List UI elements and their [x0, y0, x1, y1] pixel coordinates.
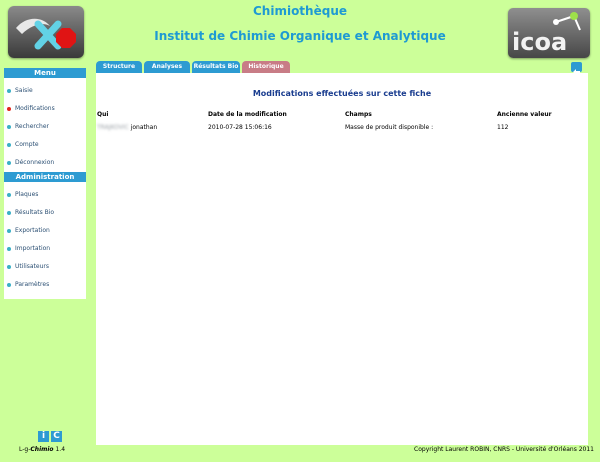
institute-title: Institut de Chimie Organique et Analytiq…	[154, 29, 446, 43]
bullet-icon	[7, 161, 11, 165]
bullet-icon	[7, 265, 11, 269]
sidebar-item-label: Rechercher	[15, 123, 49, 130]
menu-heading: Menu	[4, 68, 86, 78]
sidebar-item-label: Modifications	[15, 105, 55, 112]
bullet-icon	[7, 143, 11, 147]
bullet-active-icon	[7, 107, 11, 111]
app-version: L-g-Chimio 1.4	[19, 446, 65, 453]
bullet-icon	[7, 229, 11, 233]
icoa-logo-text: icoa	[512, 28, 567, 56]
table-row: TRAJKOVIC jonathan	[97, 124, 157, 131]
bullet-icon	[7, 89, 11, 93]
tab-structure[interactable]: Structure	[96, 61, 142, 73]
column-header-date: Date de la modification	[208, 111, 287, 118]
bullet-icon	[7, 283, 11, 287]
page-title: Modifications effectuées sur cette fiche	[252, 89, 432, 98]
tab-resultats-bio[interactable]: Résultats Bio	[192, 61, 240, 73]
administration-heading: Administration	[4, 172, 86, 182]
sidebar-item-resultats-bio[interactable]: Résultats Bio	[4, 207, 86, 219]
sidebar-item-label: Plaques	[15, 191, 39, 198]
sidebar-item-label: Saisie	[15, 87, 33, 94]
sidebar-item-label: Exportation	[15, 227, 50, 234]
sidebar-item-exportation[interactable]: Exportation	[4, 225, 86, 237]
sidebar-item-label: Compte	[15, 141, 39, 148]
column-header-qui: Qui	[97, 111, 109, 118]
modified-field: Masse de produit disponible :	[345, 124, 434, 131]
ic-logo-i: i	[38, 431, 49, 442]
chimiotheque-logo	[8, 6, 84, 58]
bullet-icon	[7, 193, 11, 197]
sidebar-item-plaques[interactable]: Plaques	[4, 189, 86, 201]
version-number: 1.4	[55, 446, 66, 453]
tab-historique[interactable]: Historique	[242, 61, 290, 73]
copyright: Copyright Laurent ROBIN, CNRS - Universi…	[414, 446, 594, 453]
user-lastname: TRAJKOVIC	[97, 124, 129, 131]
app-name: Chimio	[30, 446, 54, 453]
ic-logo-c: C	[51, 431, 62, 442]
back-button[interactable]	[571, 62, 582, 75]
bullet-icon	[7, 247, 11, 251]
bullet-icon	[7, 211, 11, 215]
tab-analyses[interactable]: Analyses	[144, 61, 190, 73]
sidebar-item-label: Résultats Bio	[15, 209, 55, 216]
sidebar-item-modifications[interactable]: Modifications	[4, 103, 86, 115]
app-prefix: L-g-	[19, 446, 31, 453]
sidebar: Menu Saisie Modifications Rechercher Com…	[4, 68, 86, 299]
modification-date: 2010-07-28 15:06:16	[208, 124, 272, 131]
sidebar-item-parametres[interactable]: Paramètres	[4, 279, 86, 291]
user-firstname: jonathan	[130, 124, 158, 131]
sidebar-item-importation[interactable]: Importation	[4, 243, 86, 255]
sidebar-item-deconnexion[interactable]: Déconnexion	[4, 157, 86, 169]
column-header-champs: Champs	[345, 111, 372, 118]
main-panel: Modifications effectuées sur cette fiche…	[96, 73, 588, 445]
sidebar-item-saisie[interactable]: Saisie	[4, 85, 86, 97]
sidebar-item-label: Déconnexion	[15, 159, 55, 166]
sidebar-item-rechercher[interactable]: Rechercher	[4, 121, 86, 133]
sidebar-item-label: Importation	[15, 245, 51, 252]
bullet-icon	[7, 125, 11, 129]
old-value: 112	[497, 124, 509, 131]
icoa-logo: icoa	[508, 8, 590, 58]
sidebar-item-utilisateurs[interactable]: Utilisateurs	[4, 261, 86, 273]
column-header-ancienne-valeur: Ancienne valeur	[497, 111, 552, 118]
sidebar-item-label: Paramètres	[15, 281, 50, 288]
app-title: Chimiothèque	[252, 4, 347, 18]
sidebar-item-label: Utilisateurs	[15, 263, 49, 270]
sidebar-item-compte[interactable]: Compte	[4, 139, 86, 151]
